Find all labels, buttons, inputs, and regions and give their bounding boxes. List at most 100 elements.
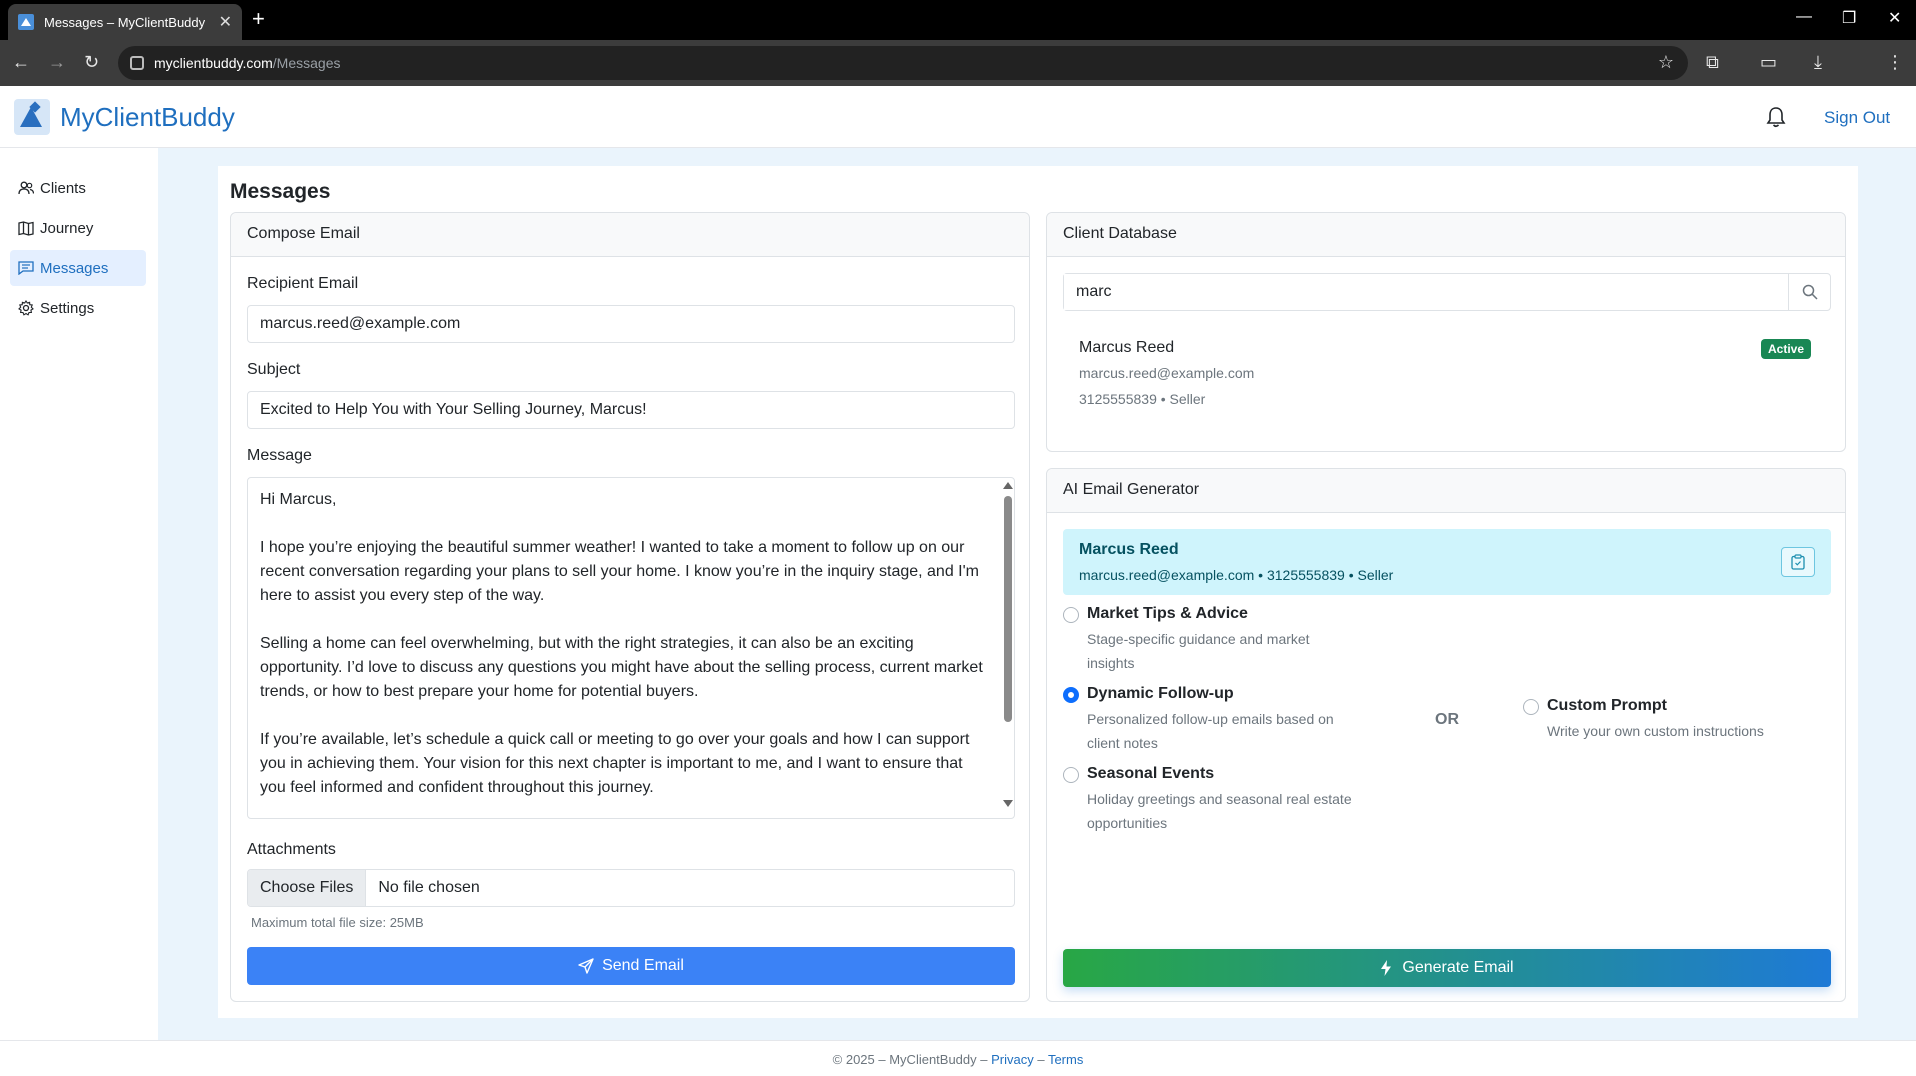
browser-toolbar: ← → ↻ myclientbuddy.com/Messages ☆ ⧉ ▭ ⤓… [0,40,1916,86]
download-icon[interactable]: ⤓ [1814,52,1822,72]
client-search-input[interactable] [1064,274,1788,310]
send-icon [578,958,594,974]
ai-email-generator-card: AI Email Generator Marcus Reed marcus.re… [1046,468,1846,1002]
sidebar: Clients Journey Messages Settings [0,148,158,1040]
footer: © 2025 – MyClientBuddy – Privacy – Terms [0,1040,1916,1076]
selected-client-info: marcus.reed@example.com • 3125555839 • S… [1079,567,1394,583]
option-desc-dynamic-follow-up-2: client notes [1087,735,1158,751]
ai-generator-header: AI Email Generator [1047,469,1845,513]
bell-icon[interactable] [1766,106,1786,128]
or-divider: OR [1435,711,1459,728]
privacy-link[interactable]: Privacy [991,1052,1034,1067]
option-title-seasonal-events[interactable]: Seasonal Events [1087,765,1214,783]
menu-dots-icon[interactable]: ⋮ [1886,52,1904,72]
sidebar-item-settings[interactable]: Settings [10,290,146,326]
lightning-icon [1381,960,1392,976]
brand[interactable]: MyClientBuddy [14,99,235,135]
message-paragraph: Selling a home can feel overwhelming, bu… [260,635,983,700]
scroll-down-icon[interactable] [1003,800,1013,807]
file-status-text: No file chosen [378,879,480,896]
message-paragraph: If you’re available, let’s schedule a qu… [260,731,970,796]
radio-market-tips[interactable] [1063,607,1079,623]
message-textarea[interactable]: Hi Marcus, I hope you’re enjoying the be… [247,477,1015,819]
client-search [1063,273,1831,311]
search-icon [1802,284,1818,300]
clipboard-button[interactable] [1781,547,1815,577]
recipient-label: Recipient Email [247,275,359,292]
option-title-custom-prompt[interactable]: Custom Prompt [1547,697,1667,715]
extensions-icon[interactable]: ⧉ [1706,52,1719,72]
client-email: marcus.reed@example.com [1079,365,1255,381]
send-email-button[interactable]: Send Email [247,947,1015,985]
sidebar-item-label: Settings [40,299,95,317]
sidebar-item-clients[interactable]: Clients [10,170,146,206]
option-title-dynamic-follow-up[interactable]: Dynamic Follow-up [1087,685,1234,703]
url-host: myclientbuddy.com [154,55,273,71]
option-desc-dynamic-follow-up-1: Personalized follow-up emails based on [1087,711,1334,727]
sidebar-item-journey[interactable]: Journey [10,210,146,246]
max-size-hint: Maximum total file size: 25MB [251,915,424,930]
gear-icon [18,300,34,316]
recipient-email-input[interactable]: marcus.reed@example.com [247,305,1015,343]
site-info-icon[interactable] [130,56,144,70]
status-badge: Active [1761,339,1812,359]
message-icon [18,261,34,275]
scroll-up-icon[interactable] [1003,482,1013,489]
address-bar[interactable]: myclientbuddy.com/Messages ☆ [118,46,1688,80]
browser-tab[interactable]: Messages – MyClientBuddy ✕ [8,4,242,40]
textarea-scrollbar[interactable] [1002,482,1013,808]
clipboard-icon [1791,554,1805,570]
reload-icon[interactable]: ↻ [84,51,99,73]
generate-email-button[interactable]: Generate Email [1063,949,1831,987]
sidebar-item-messages[interactable]: Messages [10,250,146,286]
map-icon [18,220,34,236]
brand-name: MyClientBuddy [60,101,235,132]
favicon-icon [18,14,34,30]
subject-input[interactable]: Excited to Help You with Your Selling Jo… [247,391,1015,429]
choose-files-button[interactable]: Choose Files [248,870,367,906]
footer-copyright: © 2025 – MyClientBuddy – [832,1052,992,1067]
option-title-market-tips[interactable]: Market Tips & Advice [1087,605,1248,623]
footer-separator: – [1033,1052,1048,1067]
scrollbar-thumb[interactable] [1004,496,1012,722]
search-button[interactable] [1788,274,1830,310]
message-paragraph: Hi Marcus, [260,491,337,508]
client-database-card: Client Database Marcus Reed marcus.reed@… [1046,212,1846,452]
minimize-icon[interactable]: — [1796,8,1812,26]
users-icon [18,181,34,195]
client-db-header: Client Database [1047,213,1845,257]
message-label: Message [247,447,312,464]
sidebar-item-label: Journey [40,219,94,237]
selected-client-name: Marcus Reed [1079,541,1179,558]
message-paragraph: I hope you’re enjoying the beautiful sum… [260,539,979,604]
page-title: Messages [230,180,331,203]
logo-icon [14,99,50,135]
back-icon[interactable]: ← [12,51,30,73]
restore-icon[interactable]: ❐ [1842,8,1856,28]
generate-email-label: Generate Email [1402,959,1514,976]
attachments-label: Attachments [247,841,336,858]
client-meta: 3125555839 • Seller [1079,391,1206,407]
option-desc-seasonal-events-1: Holiday greetings and seasonal real esta… [1087,791,1352,807]
terms-link[interactable]: Terms [1048,1052,1083,1067]
client-name: Marcus Reed [1079,339,1175,356]
radio-custom-prompt[interactable] [1523,699,1539,715]
url-path: /Messages [272,55,341,71]
new-tab-icon[interactable]: + [252,8,265,30]
cast-icon[interactable]: ▭ [1760,52,1777,72]
sidebar-item-label: Clients [40,179,86,197]
sign-out-link[interactable]: Sign Out [1824,108,1890,128]
send-email-label: Send Email [602,957,684,974]
close-tab-icon[interactable]: ✕ [219,12,232,32]
compose-card-header: Compose Email [231,213,1029,257]
option-desc-seasonal-events-2: opportunities [1087,815,1168,831]
radio-dynamic-follow-up[interactable] [1063,687,1079,703]
forward-icon[interactable]: → [48,51,66,73]
attachments-file-input[interactable]: Choose Files No file chosen [247,869,1015,907]
subject-label: Subject [247,361,301,378]
bookmark-star-icon[interactable]: ☆ [1658,52,1674,73]
browser-tabbar: Messages – MyClientBuddy ✕ + — ❐ ✕ [0,0,1916,40]
window-close-icon[interactable]: ✕ [1888,8,1901,28]
radio-seasonal-events[interactable] [1063,767,1079,783]
option-desc-market-tips-2: insights [1087,655,1135,671]
